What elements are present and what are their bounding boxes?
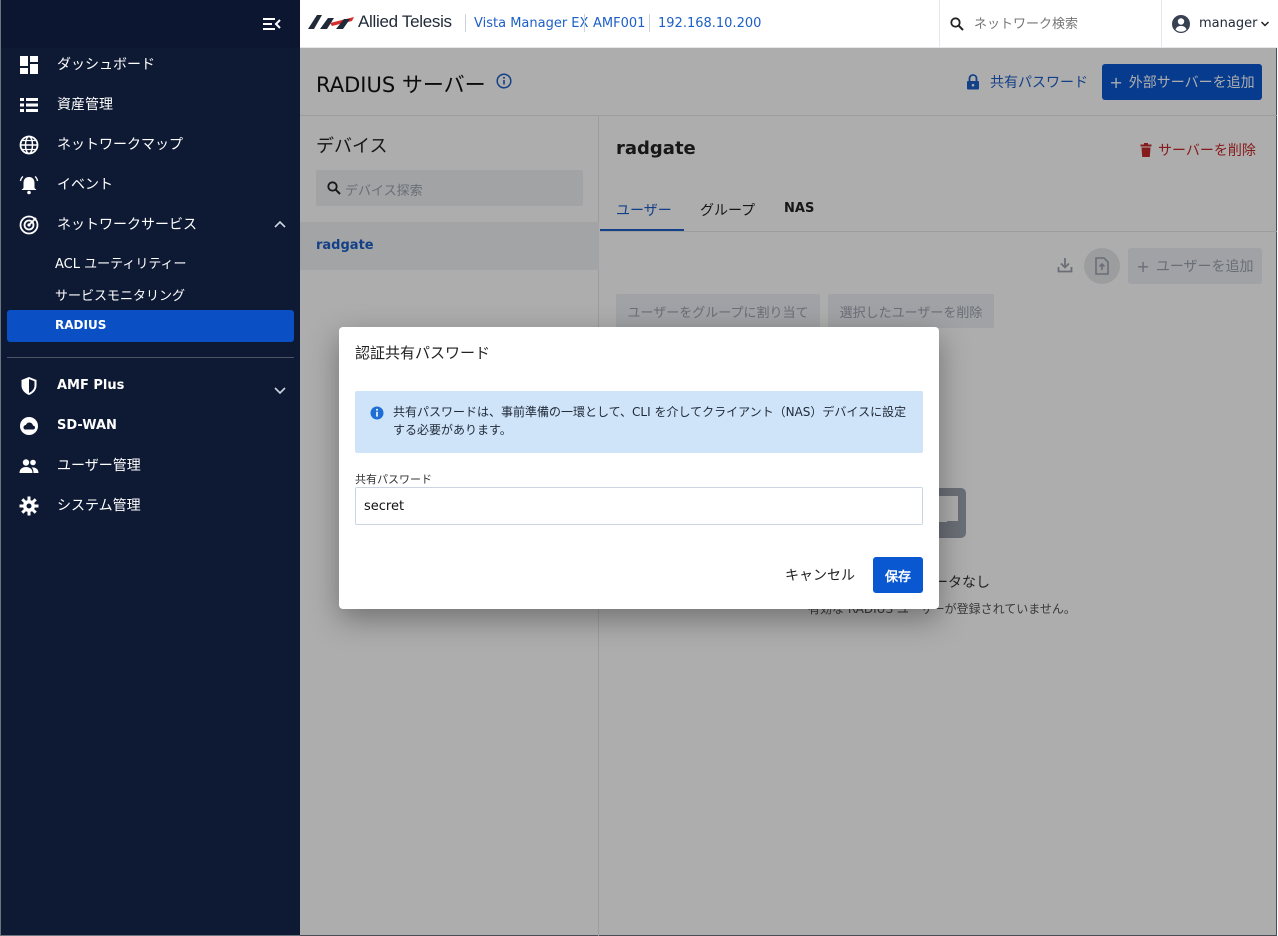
- globe-icon: [19, 135, 39, 155]
- logo-mark-icon: [308, 15, 354, 29]
- breadcrumb-product[interactable]: Vista Manager EX: [474, 16, 588, 31]
- sidebar-item-label: 資産管理: [57, 97, 113, 113]
- sidebar-subitem-label: サービスモニタリング: [55, 289, 186, 304]
- search-icon: [950, 17, 964, 31]
- sidebar: ダッシュボード 資産管理 ネットワークマップ イベント ネットワークサービス A…: [0, 0, 300, 936]
- sidebar-item-sd-wan[interactable]: SD-WAN: [1, 406, 301, 446]
- sidebar-item-label: システム管理: [57, 498, 141, 514]
- logo-text: Allied Telesis: [358, 12, 452, 31]
- sidebar-item-label: SD-WAN: [57, 418, 117, 433]
- chevron-up-icon: [274, 220, 286, 228]
- shared-password-input[interactable]: [355, 487, 923, 525]
- network-search: [939, 0, 1161, 48]
- shield-icon: [21, 377, 37, 395]
- breadcrumb-device-ip[interactable]: 192.168.10.200: [658, 16, 761, 31]
- sidebar-subitem-label: RADIUS: [55, 318, 107, 332]
- user-name: manager: [1199, 16, 1258, 31]
- sidebar-item-system-management[interactable]: システム管理: [1, 486, 301, 526]
- shared-password-field-label: 共有パスワード: [355, 473, 432, 486]
- breadcrumb-separator: [465, 14, 466, 32]
- sidebar-divider: [7, 357, 294, 358]
- dialog-info-text: 共有パスワードは、事前準備の一環として、CLI を介してクライアント（NAS）デ…: [393, 405, 907, 437]
- network-search-input[interactable]: [974, 12, 1154, 36]
- sidebar-item-label: ネットワークサービス: [57, 217, 197, 233]
- sidebar-item-label: ダッシュボード: [57, 57, 155, 73]
- sidebar-subitem-acl-utility[interactable]: ACL ユーティリティー: [1, 247, 301, 275]
- radar-icon: [19, 215, 39, 235]
- shared-password-dialog: 認証共有パスワード 共有パスワードは、事前準備の一環として、CLI を介してクラ…: [339, 327, 939, 609]
- sidebar-subitem-radius[interactable]: RADIUS: [7, 310, 294, 342]
- cloud-icon: [20, 417, 38, 435]
- bell-icon: [19, 175, 39, 195]
- chevron-down-icon: [274, 387, 286, 395]
- user-menu[interactable]: manager: [1161, 0, 1277, 48]
- sidebar-item-label: ユーザー管理: [57, 458, 141, 474]
- breadcrumb-separator: [584, 14, 585, 32]
- dialog-title: 認証共有パスワード: [355, 344, 491, 362]
- allied-telesis-logo[interactable]: Allied Telesis: [308, 11, 452, 33]
- save-button[interactable]: 保存: [873, 557, 923, 593]
- people-icon: [19, 459, 39, 473]
- breadcrumb-area[interactable]: AMF001: [593, 16, 645, 31]
- list-icon: [20, 98, 38, 112]
- sidebar-item-label: AMF Plus: [57, 378, 125, 393]
- account-icon: [1172, 15, 1190, 33]
- collapse-menu-icon[interactable]: [263, 17, 281, 31]
- sidebar-item-network-map[interactable]: ネットワークマップ: [1, 125, 301, 165]
- breadcrumb-separator: [649, 14, 650, 32]
- sidebar-item-assets[interactable]: 資産管理: [1, 85, 301, 125]
- sidebar-item-events[interactable]: イベント: [1, 165, 301, 205]
- gear-icon: [19, 496, 39, 516]
- sidebar-item-network-services[interactable]: ネットワークサービス: [1, 205, 301, 245]
- sidebar-item-dashboard[interactable]: ダッシュボード: [1, 45, 301, 85]
- sidebar-item-amf-plus[interactable]: AMF Plus: [1, 366, 301, 406]
- sidebar-header: [1, 0, 300, 48]
- chevron-down-icon: [1260, 21, 1270, 27]
- sidebar-subitem-service-monitoring[interactable]: サービスモニタリング: [1, 279, 301, 307]
- sidebar-item-user-management[interactable]: ユーザー管理: [1, 446, 301, 486]
- dashboard-icon: [20, 56, 38, 74]
- sidebar-item-label: ネットワークマップ: [57, 137, 183, 153]
- dialog-info-banner: 共有パスワードは、事前準備の一環として、CLI を介してクライアント（NAS）デ…: [355, 391, 923, 453]
- cancel-button[interactable]: キャンセル: [785, 565, 855, 585]
- top-bar: Allied Telesis Vista Manager EX AMF001 1…: [300, 0, 1277, 48]
- sidebar-item-label: イベント: [57, 177, 113, 193]
- info-icon: [370, 406, 384, 420]
- sidebar-subitem-label: ACL ユーティリティー: [55, 257, 187, 272]
